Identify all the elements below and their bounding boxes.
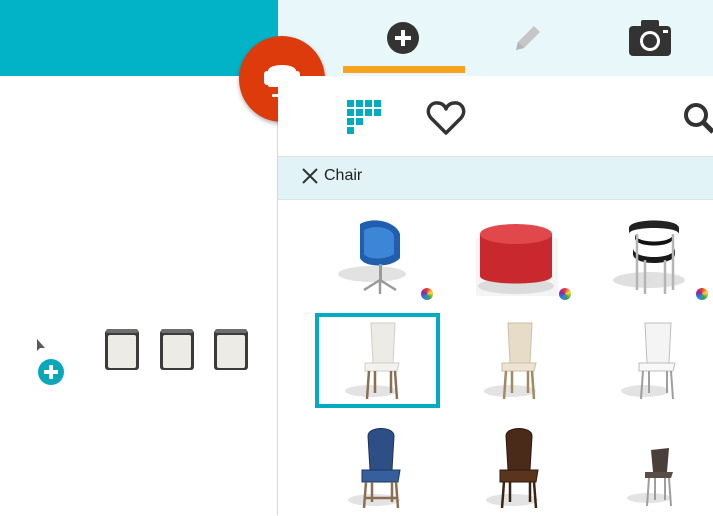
grid-icon[interactable]: [345, 98, 383, 136]
catalog-item[interactable]: [456, 313, 578, 409]
camera-icon: [629, 20, 671, 56]
placed-chair[interactable]: [158, 328, 196, 372]
blue-lounge-chair-image: [338, 220, 406, 294]
catalog-item[interactable]: [593, 420, 713, 516]
catalog-item-selected[interactable]: [315, 313, 440, 408]
catalog-grid: [278, 200, 713, 515]
search-icon[interactable]: [682, 100, 713, 136]
catalog-item[interactable]: [593, 208, 713, 304]
left-header-bar: [0, 0, 278, 76]
close-icon[interactable]: [300, 166, 320, 186]
red-round-ottoman-image: [476, 224, 558, 296]
black-ring-chair-image: [613, 220, 685, 294]
white-dining-chair-image: [344, 322, 400, 399]
pencil-icon: [516, 26, 540, 50]
white-metal-chair-image: [621, 322, 676, 400]
brown-upholstered-chair-image: [486, 428, 539, 509]
catalog-item[interactable]: [593, 313, 713, 409]
cursor-arrow-icon: [36, 338, 46, 352]
catalog-item[interactable]: [456, 420, 578, 516]
tab-camera[interactable]: [590, 0, 710, 76]
blue-upholstered-chair-image: [348, 428, 401, 509]
active-tab-indicator: [343, 66, 465, 73]
filter-chip-label: Chair: [324, 167, 363, 184]
catalog-item[interactable]: [456, 208, 578, 304]
catalog-toolbar: [278, 76, 713, 157]
color-options-icon[interactable]: [559, 288, 571, 300]
color-options-icon[interactable]: [421, 288, 433, 300]
dark-slim-chair-image: [627, 448, 673, 507]
filter-chip[interactable]: Chair: [300, 166, 362, 186]
beige-dining-chair-image: [484, 322, 537, 400]
placed-chair[interactable]: [212, 328, 250, 372]
catalog-item[interactable]: [318, 208, 440, 304]
catalog-item[interactable]: [318, 420, 440, 516]
add-item-icon[interactable]: [35, 356, 67, 388]
color-options-icon[interactable]: [696, 288, 708, 300]
tab-add[interactable]: [343, 0, 463, 76]
heart-icon[interactable]: [426, 100, 466, 136]
plus-circle-icon: [387, 22, 419, 54]
placed-chair[interactable]: [103, 328, 141, 372]
tab-edit[interactable]: [468, 0, 588, 76]
